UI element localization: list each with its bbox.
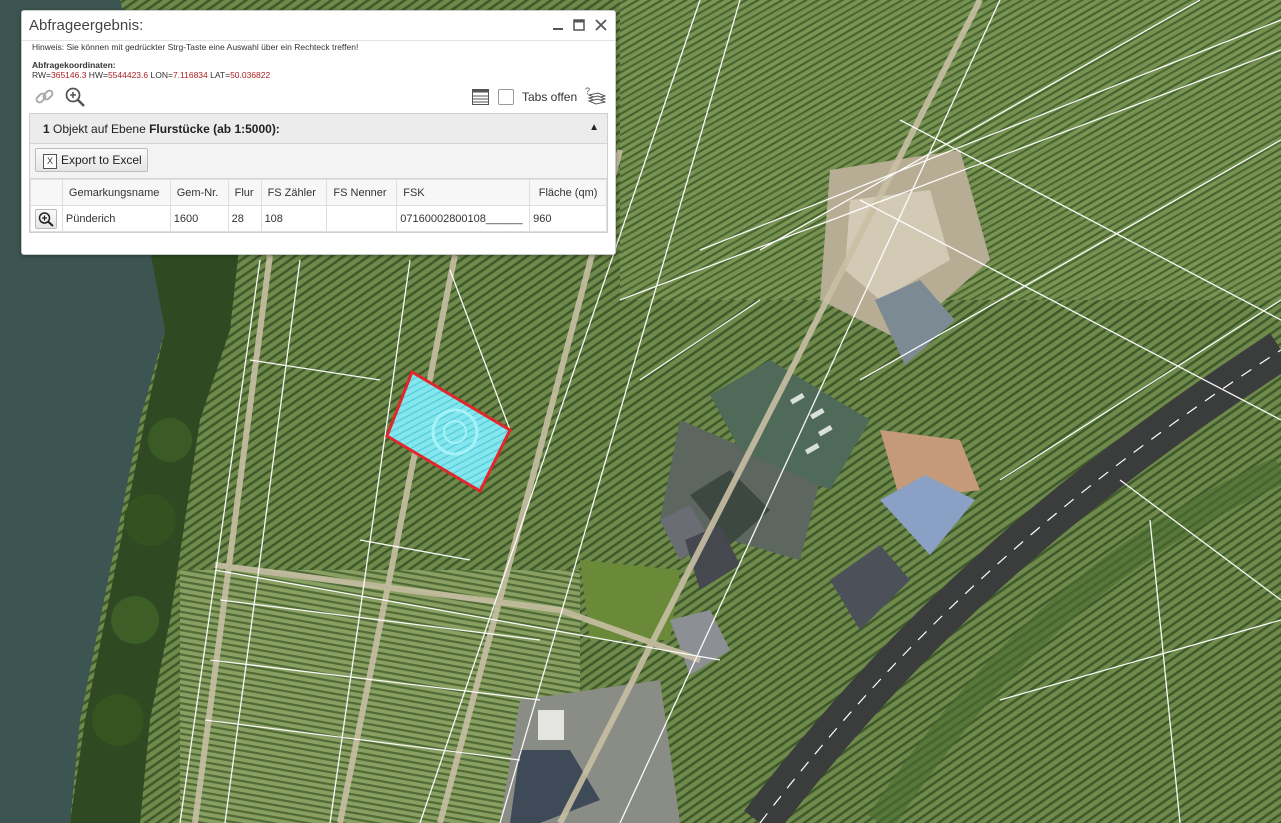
result-table: Gemarkungsname Gem-Nr. Flur FS Zähler FS… (30, 179, 607, 232)
cell-fs-zaehler: 108 (260, 205, 328, 232)
dialog-title: Abfrageergebnis: (29, 17, 144, 34)
rw-value: 365146.3 (50, 70, 87, 80)
col-fs-zaehler[interactable]: FS Zähler (260, 179, 328, 206)
hint-text: Hinweis: Sie können mit gedrückter Strg-… (32, 42, 359, 52)
export-to-excel-button[interactable]: X Export to Excel (35, 148, 148, 172)
layers-help-icon[interactable]: ? (584, 85, 607, 112)
cell-gem-nr: 1600 (169, 205, 229, 232)
rw-label: RW= (32, 70, 51, 80)
tabs-open-checkbox[interactable] (498, 89, 514, 105)
table-row: Pünderich 1600 28 108 07160002800108____… (30, 205, 607, 232)
coords-label: Abfragekoordinaten: (32, 60, 116, 70)
hw-value: 5544423.6 (107, 70, 149, 80)
excel-icon: X (43, 154, 57, 169)
col-fs-nenner[interactable]: FS Nenner (326, 179, 398, 206)
coords-line: RW=365146.3 HW=5544423.6 LON=7.116834 LA… (32, 70, 270, 80)
cell-flaeche: 960 (529, 205, 607, 232)
tabs-open-label: Tabs offen (522, 90, 578, 104)
cell-flur: 28 (227, 205, 262, 232)
zoom-in-icon (39, 211, 55, 227)
col-gemarkungsname[interactable]: Gemarkungsname (61, 179, 171, 206)
panel-toolbar: X Export to Excel (30, 144, 607, 179)
table-icon[interactable] (472, 89, 489, 110)
link-icon[interactable] (34, 86, 56, 113)
lon-label: LON= (148, 70, 173, 80)
result-panel: 1 Objekt auf Ebene Flurstücke (ab 1:5000… (29, 113, 608, 233)
object-count: 1 (43, 122, 50, 136)
lat-value: 50.036822 (230, 70, 271, 80)
col-flaeche[interactable]: Fläche (qm) (529, 179, 607, 206)
panel-header-text: 1 Objekt auf Ebene Flurstücke (ab 1:5000… (43, 122, 280, 136)
cell-gemarkungsname: Pünderich (61, 205, 171, 232)
query-result-dialog: Abfrageergebnis: Hinweis: Sie können mit… (21, 10, 616, 255)
title-divider (22, 40, 615, 41)
layer-name: Flurstücke (ab 1:5000): (149, 122, 280, 136)
maximize-icon[interactable] (571, 17, 587, 33)
col-gem-nr[interactable]: Gem-Nr. (169, 179, 229, 206)
row-zoom-button[interactable] (35, 208, 58, 229)
cell-fsk: 07160002800108______ (396, 205, 531, 232)
table-header-row: Gemarkungsname Gem-Nr. Flur FS Zähler FS… (30, 179, 607, 206)
cell-fs-nenner (326, 205, 398, 232)
col-fsk[interactable]: FSK (396, 179, 531, 206)
hw-label: HW= (86, 70, 108, 80)
col-flur[interactable]: Flur (227, 179, 262, 206)
lat-label: LAT= (207, 70, 231, 80)
export-to-excel-label: Export to Excel (61, 153, 142, 167)
minimize-icon[interactable] (550, 17, 566, 33)
close-icon[interactable] (593, 17, 609, 33)
panel-header[interactable]: 1 Objekt auf Ebene Flurstücke (ab 1:5000… (30, 114, 607, 144)
row-zoom-cell (30, 205, 63, 232)
col-zoom (30, 179, 63, 206)
lon-value: 7.116834 (172, 70, 208, 80)
collapse-toggle-icon[interactable]: ▲ (589, 122, 599, 133)
panel-header-mid: Objekt auf Ebene (49, 122, 150, 136)
zoom-in-icon[interactable] (64, 86, 86, 113)
